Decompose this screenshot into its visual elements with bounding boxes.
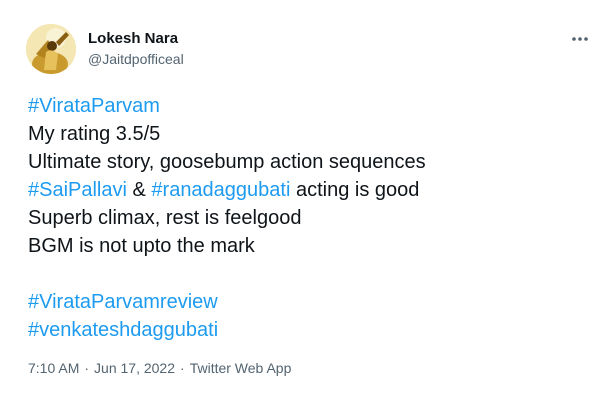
tweet-text: #VirataParvam My rating 3.5/5 Ultimate s… [28, 92, 588, 344]
tweet-line: BGM is not upto the mark [28, 235, 255, 257]
tweet-line: My rating 3.5/5 [28, 123, 161, 145]
tweet-text-fragment: acting is good [290, 179, 420, 201]
tweet-time[interactable]: 7:10 AM [28, 360, 79, 376]
more-horizontal-icon [572, 37, 588, 41]
hashtag-link[interactable]: #venkateshdaggubati [28, 319, 218, 341]
tweet-line: #venkateshdaggubati [28, 316, 588, 344]
hashtag-link[interactable]: #ranadaggubati [151, 179, 290, 201]
meta-separator: · [84, 360, 90, 376]
profile-photo-icon [26, 24, 76, 74]
tweet-text-fragment: & [126, 179, 152, 201]
tweet-line: Ultimate story, goosebump action sequenc… [28, 151, 426, 173]
tweet-line: Superb climax, rest is feelgood [28, 207, 302, 229]
author-handle[interactable]: @Jaitdpofficeal [88, 51, 184, 67]
avatar[interactable] [26, 24, 76, 74]
tweet-line: #SaiPallavi & #ranadaggubati acting is g… [28, 176, 588, 204]
hashtag-link[interactable]: #VirataParvamreview [28, 291, 218, 313]
more-options-button[interactable] [568, 28, 592, 50]
tweet-date[interactable]: Jun 17, 2022 [94, 360, 175, 376]
tweet-source[interactable]: Twitter Web App [190, 360, 292, 376]
tweet-line: #VirataParvam [28, 92, 588, 120]
meta-separator: · [180, 360, 185, 376]
hashtag-link[interactable]: #VirataParvam [28, 95, 160, 117]
tweet-meta: 7:10 AM · Jun 17, 2022 · Twitter Web App [28, 360, 291, 376]
tweet-line: #VirataParvamreview [28, 288, 588, 316]
tweet-card: Lokesh Nara @Jaitdpofficeal #VirataParva… [0, 0, 600, 400]
hashtag-link[interactable]: #SaiPallavi [28, 179, 127, 201]
author-display-name[interactable]: Lokesh Nara [88, 30, 178, 47]
